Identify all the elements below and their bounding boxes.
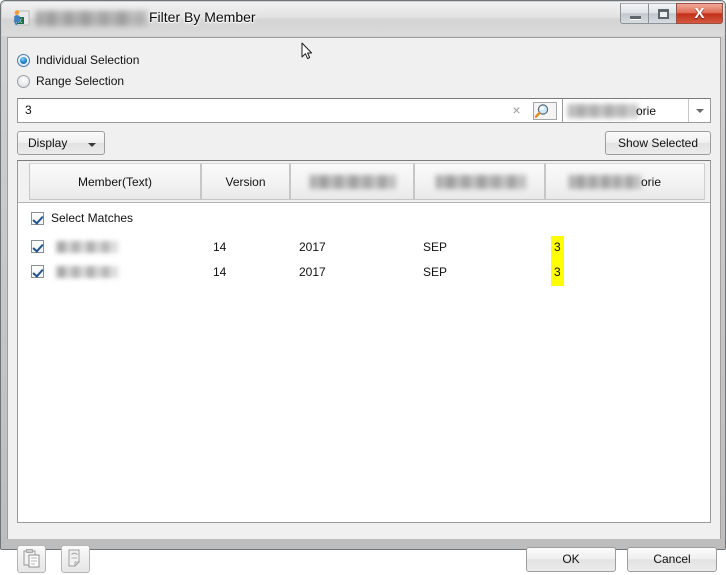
row-col5: 3 — [554, 240, 561, 254]
column-header-5-label: orie — [641, 175, 662, 189]
column-header-3[interactable] — [290, 163, 414, 200]
radio-on-icon — [17, 53, 30, 67]
column-header-member-label: Member(Text) — [77, 175, 152, 189]
display-button[interactable]: Display — [17, 131, 105, 155]
column-header-version-label: Version — [225, 175, 266, 189]
column-header-3-blurred — [310, 175, 396, 189]
copy-button[interactable] — [17, 545, 46, 573]
column-header-version[interactable]: Version — [201, 163, 290, 200]
row-col5: 3 — [554, 265, 561, 279]
select-matches-checkbox[interactable]: Select Matches — [31, 211, 133, 225]
radio-off-icon — [17, 74, 30, 88]
radio-range-selection-label: Range Selection — [36, 74, 125, 88]
table-row[interactable]: 14 2017 SEP 3 — [18, 236, 710, 261]
row-col3: 2017 — [299, 240, 326, 254]
paste-button[interactable] — [61, 545, 90, 573]
display-button-label: Display — [28, 136, 68, 150]
search-input-value: 3 — [25, 103, 32, 117]
select-matches-label: Select Matches — [51, 211, 134, 225]
close-button[interactable]: X — [676, 3, 723, 24]
search-scope-value: orie — [636, 104, 657, 118]
magnifier-icon[interactable] — [533, 102, 557, 120]
maximize-button[interactable] — [648, 3, 677, 24]
column-header-5-blurred — [569, 175, 641, 189]
table-row[interactable]: 14 2017 SEP 3 — [18, 261, 710, 286]
row-checkbox-checked-icon[interactable] — [31, 240, 44, 253]
search-bar: 3 × orie — [17, 98, 711, 123]
row-checkbox-checked-icon[interactable] — [31, 265, 44, 278]
search-input[interactable]: 3 × — [17, 98, 563, 123]
ok-button[interactable]: OK — [526, 547, 616, 572]
checkbox-checked-icon — [31, 211, 44, 225]
title-bar[interactable]: X Filter By Member X — [1, 1, 726, 37]
clear-x-icon[interactable]: × — [509, 103, 524, 118]
chevron-down-icon — [88, 143, 96, 147]
minimize-icon — [630, 16, 641, 20]
dialog-body: Individual Selection Range Selection 3 × — [7, 37, 721, 573]
chevron-down-icon — [695, 108, 704, 113]
row-col4: SEP — [423, 265, 448, 279]
search-scope-dropdown[interactable]: orie — [563, 98, 711, 123]
row-col4: SEP — [423, 240, 448, 254]
search-scope-arrow-button[interactable] — [688, 99, 710, 122]
minimize-button[interactable] — [620, 3, 649, 24]
column-header-4-blurred — [436, 175, 526, 189]
app-name-blurred — [36, 11, 149, 26]
row-col3: 2017 — [299, 265, 326, 279]
show-selected-button[interactable]: Show Selected — [605, 131, 711, 155]
close-icon: X — [694, 5, 705, 22]
window-title: Filter By Member — [149, 9, 256, 25]
app-icon: X — [13, 10, 30, 26]
radio-individual-selection-label: Individual Selection — [36, 53, 140, 67]
dialog-window: X Filter By Member X Individual Selectio… — [0, 0, 726, 573]
radio-individual-selection[interactable]: Individual Selection — [17, 53, 139, 67]
row-version: 14 — [213, 240, 227, 254]
window-controls: X — [620, 3, 723, 25]
column-header-4[interactable] — [414, 163, 545, 200]
row-member-blurred — [56, 241, 118, 253]
column-header-5[interactable]: orie — [545, 163, 705, 200]
table-header-row: Member(Text) Version orie — [18, 161, 710, 203]
restore-icon — [658, 9, 669, 19]
column-header-member[interactable]: Member(Text) — [29, 163, 201, 200]
column-header-filler — [704, 163, 710, 200]
row-member-blurred — [56, 266, 118, 278]
row-version: 14 — [213, 265, 227, 279]
member-list-panel[interactable]: Member(Text) Version orie Select Matches… — [17, 160, 711, 523]
cancel-button[interactable]: Cancel — [627, 547, 717, 572]
search-scope-blurred-text — [568, 104, 638, 118]
radio-range-selection[interactable]: Range Selection — [17, 74, 124, 88]
